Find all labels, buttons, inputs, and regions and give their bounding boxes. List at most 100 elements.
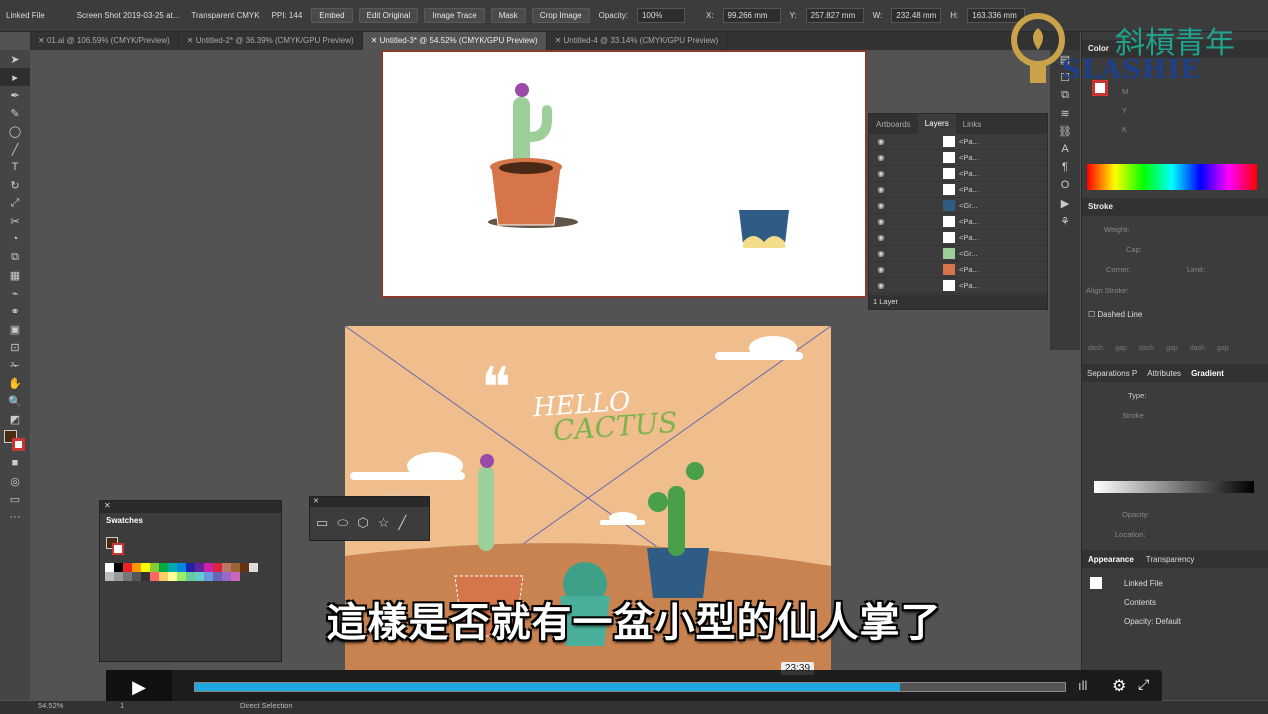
swatch-grid[interactable] <box>105 563 265 581</box>
warp-tool-icon[interactable]: ◔ <box>0 230 30 248</box>
selection-tool-icon[interactable]: ➤ <box>0 50 30 68</box>
swatch[interactable] <box>186 572 195 581</box>
character-icon[interactable]: A <box>1050 140 1080 158</box>
fullscreen-icon[interactable]: ⤢ <box>1138 676 1149 693</box>
filename-link[interactable]: Screen Shot 2019-03-25 at... <box>71 11 186 20</box>
zoom-tool-icon[interactable]: 🔍 <box>0 392 30 410</box>
swatch[interactable] <box>141 563 150 572</box>
draw-mode-icon[interactable]: ◎ <box>0 472 30 490</box>
rectangle-tool-icon[interactable]: ▭ <box>316 515 328 531</box>
edit-original-button[interactable]: Edit Original <box>358 8 419 23</box>
y-field[interactable]: 257.827 mm <box>805 8 864 23</box>
tab-untitled-4[interactable]: ✕ Untitled-4 @ 33.14% (CMYK/GPU Preview) <box>547 32 728 50</box>
scissors-tool-icon[interactable]: ✂ <box>0 212 30 230</box>
swatch[interactable] <box>240 563 249 572</box>
actions-icon[interactable]: ▶ <box>1050 194 1080 212</box>
tab-separations[interactable]: Separations P <box>1082 369 1142 378</box>
layer-row[interactable]: ◉ <Gr... <box>869 246 1047 262</box>
crop-image-button[interactable]: Crop Image <box>531 8 590 23</box>
volume-icon[interactable]: ıll <box>1078 678 1087 693</box>
play-icon[interactable]: ▶ <box>106 670 172 704</box>
swatch[interactable] <box>159 572 168 581</box>
layer-row[interactable]: ◉ <Pa... <box>869 214 1047 230</box>
artboard-1[interactable] <box>381 50 867 298</box>
layer-row[interactable]: ◉ <Pa... <box>869 278 1047 294</box>
swatch[interactable] <box>132 572 141 581</box>
fill-stroke-icon[interactable] <box>0 428 30 454</box>
tab-attributes[interactable]: Attributes <box>1142 369 1186 378</box>
swatch[interactable] <box>114 563 123 572</box>
layer-row[interactable]: ◉ <Pa... <box>869 262 1047 278</box>
swatch[interactable] <box>168 563 177 572</box>
screen-mode-icon[interactable]: ▭ <box>0 490 30 508</box>
swatch[interactable] <box>222 563 231 572</box>
swatch[interactable] <box>186 563 195 572</box>
color-spectrum[interactable] <box>1087 164 1257 190</box>
opacity-field[interactable]: 100% <box>636 8 685 23</box>
layer-row[interactable]: ◉ <Pa... <box>869 150 1047 166</box>
links-icon[interactable]: ⛓ <box>1050 122 1080 140</box>
tab-untitled-3[interactable]: ✕ Untitled-3* @ 54.52% (CMYK/GPU Preview… <box>362 32 547 50</box>
swatch[interactable] <box>213 572 222 581</box>
layer-row[interactable]: ◉ <Pa... <box>869 134 1047 150</box>
dashed-line-checkbox[interactable]: ☐ Dashed Line <box>1088 310 1142 319</box>
swatch[interactable] <box>213 563 222 572</box>
tab-gradient[interactable]: Gradient <box>1186 369 1229 378</box>
paintbrush-tool-icon[interactable]: ╱ <box>0 140 30 158</box>
x-field[interactable]: 99.266 mm <box>722 8 781 23</box>
gradient-slider[interactable] <box>1094 481 1254 493</box>
layer-row[interactable]: ◉ <Pa... <box>869 182 1047 198</box>
w-field[interactable]: 232.48 mm <box>891 8 942 23</box>
tab-untitled-2[interactable]: ✕ Untitled-2* @ 36.39% (CMYK/GPU Preview… <box>179 32 363 50</box>
swatch[interactable] <box>177 563 186 572</box>
swatch[interactable] <box>168 572 177 581</box>
swatch[interactable] <box>105 563 114 572</box>
embed-button[interactable]: Embed <box>311 8 353 23</box>
swatch[interactable] <box>231 563 240 572</box>
progress-bar[interactable] <box>194 682 1066 692</box>
line-tool-icon[interactable]: ╱ <box>398 515 406 531</box>
polygon-tool-icon[interactable]: ⬡ <box>357 515 368 531</box>
ellipse-tool-icon[interactable]: ⬭ <box>337 515 348 531</box>
swatch[interactable] <box>141 572 150 581</box>
pen-tool-icon[interactable]: ✒ <box>0 86 30 104</box>
direct-selection-tool-icon[interactable]: ▸ <box>0 68 30 86</box>
tab-appearance[interactable]: Appearance <box>1082 555 1140 564</box>
live-paint-tool-icon[interactable]: ▣ <box>0 320 30 338</box>
tab-links[interactable]: Links <box>956 120 989 129</box>
swatch[interactable] <box>159 563 168 572</box>
hand-tool-icon[interactable]: ✋ <box>0 374 30 392</box>
layer-row[interactable]: ◉ <Gr... <box>869 198 1047 214</box>
settings-icon[interactable]: ⚙ <box>1112 676 1126 696</box>
layer-row[interactable]: ◉ <Pa... <box>869 230 1047 246</box>
swatch[interactable] <box>132 563 141 572</box>
gradient-tool-icon[interactable]: ▦ <box>0 266 30 284</box>
tab-transparency[interactable]: Transparency <box>1140 555 1201 564</box>
curvature-tool-icon[interactable]: ✎ <box>0 104 30 122</box>
more-tools-icon[interactable]: ··· <box>0 508 30 526</box>
free-transform-tool-icon[interactable]: ⧉ <box>0 248 30 266</box>
swatch[interactable] <box>105 572 114 581</box>
tab-01[interactable]: ✕ 01.ai @ 106.59% (CMYK/Preview) <box>30 32 179 50</box>
linked-file-label[interactable]: Linked File <box>0 11 51 20</box>
star-tool-icon[interactable]: ☆ <box>378 515 390 531</box>
artboard-tool-icon[interactable]: ⊡ <box>0 338 30 356</box>
swatch[interactable] <box>231 572 240 581</box>
zoom-level[interactable]: 54.52% <box>38 701 63 710</box>
ellipse-tool-icon[interactable]: ◯ <box>0 122 30 140</box>
image-trace-button[interactable]: Image Trace <box>424 8 485 23</box>
rotate-tool-icon[interactable]: ↻ <box>0 176 30 194</box>
swatch[interactable] <box>114 572 123 581</box>
swatch[interactable] <box>150 572 159 581</box>
swatch[interactable] <box>222 572 231 581</box>
layers-icon[interactable]: ≋ <box>1050 104 1080 122</box>
tab-layers[interactable]: Layers <box>917 114 956 134</box>
fill-stroke-icon[interactable] <box>106 537 124 555</box>
opentype-icon[interactable]: O <box>1050 176 1080 194</box>
default-colors-icon[interactable]: ◩ <box>0 410 30 428</box>
slice-tool-icon[interactable]: ✁ <box>0 356 30 374</box>
symbols-icon[interactable]: ⚘ <box>1050 212 1080 230</box>
artboard-number[interactable]: 1 <box>120 701 124 710</box>
swatch[interactable] <box>177 572 186 581</box>
swatch[interactable] <box>123 572 132 581</box>
